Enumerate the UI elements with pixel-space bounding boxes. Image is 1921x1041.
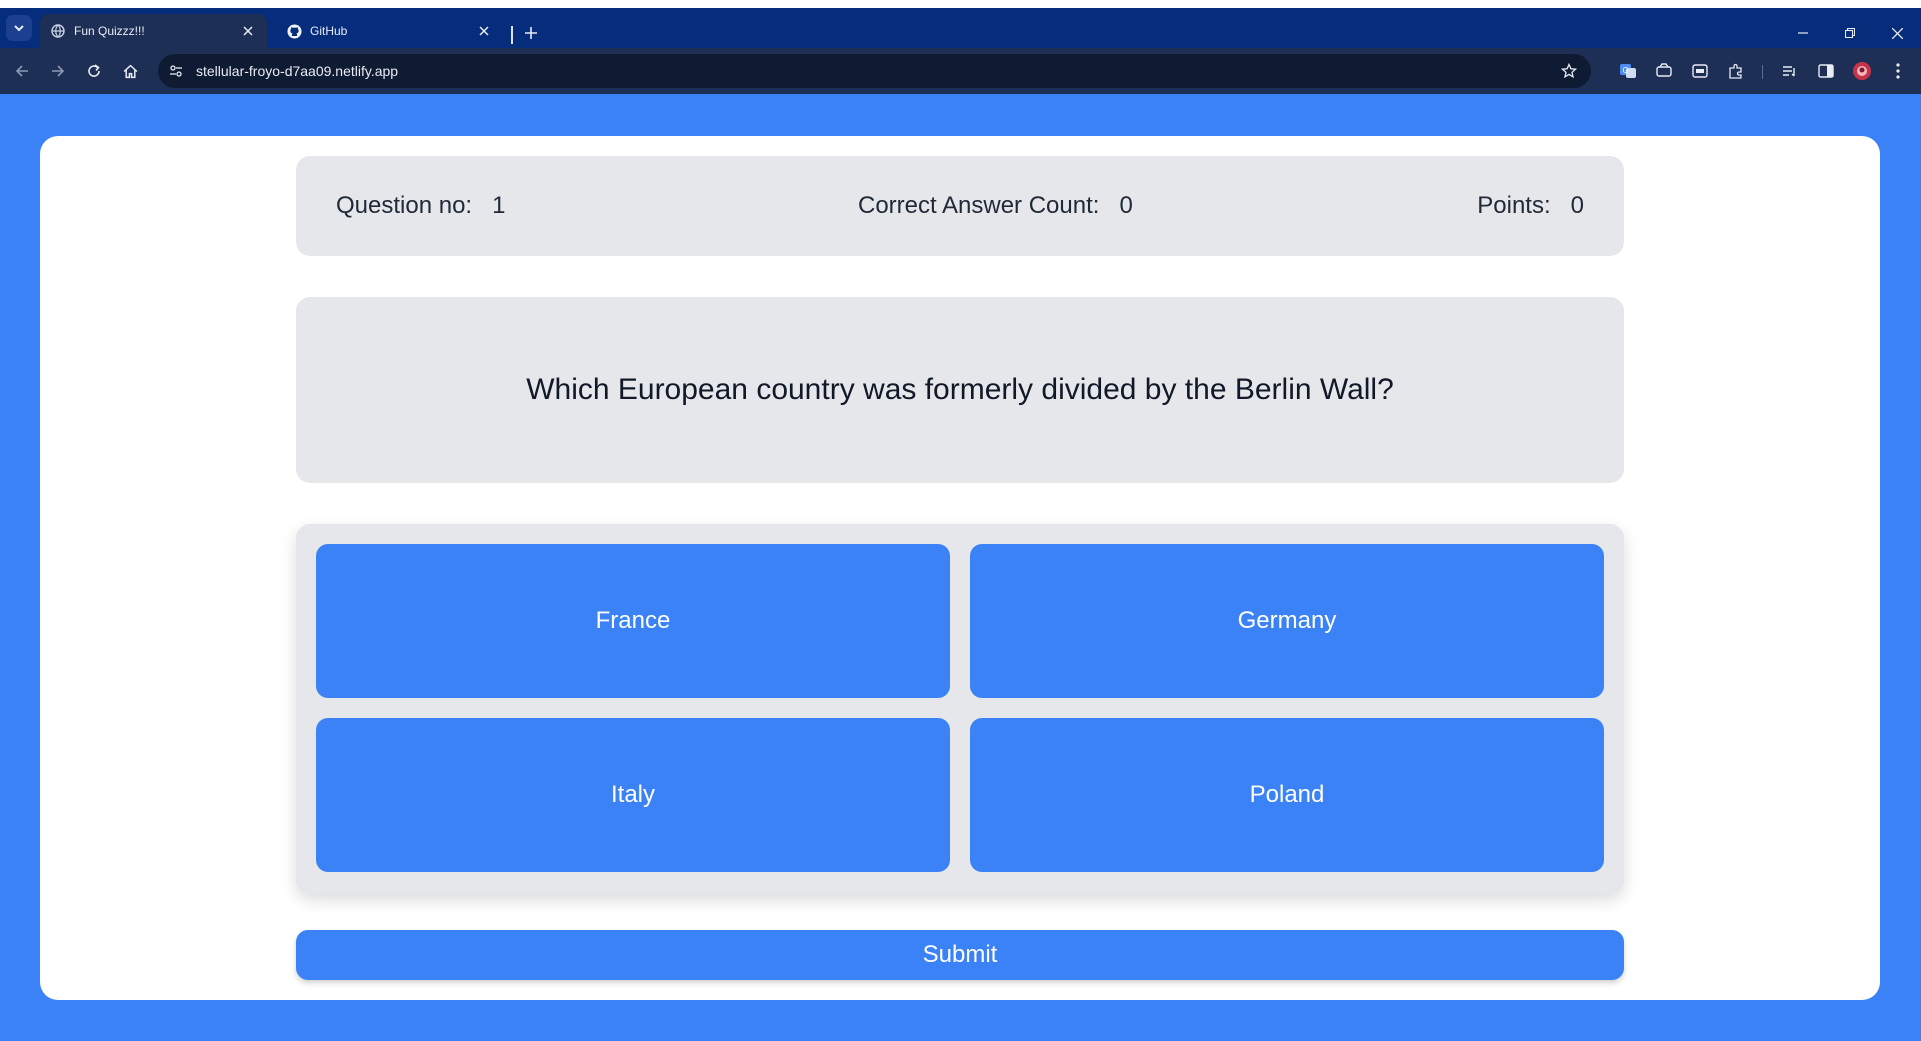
globe-icon — [50, 23, 66, 39]
minimize-icon — [1798, 32, 1808, 34]
question-text: Which European country was formerly divi… — [296, 297, 1624, 483]
correct-answer-count: Correct Answer Count: 0 — [858, 156, 1133, 256]
correct-answer-count-label: Correct Answer Count: — [858, 192, 1100, 219]
submit-button[interactable]: Submit — [296, 930, 1624, 980]
arrow-left-icon — [15, 65, 28, 77]
arrow-right-icon — [52, 65, 65, 77]
option-france-button[interactable]: France — [316, 544, 950, 698]
more-options-button[interactable] — [1886, 59, 1910, 83]
translate-extension-icon[interactable]: G — [1616, 59, 1640, 83]
puzzle-icon[interactable] — [1724, 59, 1748, 83]
option-germany-button[interactable]: Germany — [970, 544, 1604, 698]
tab-title: GitHub — [310, 24, 348, 38]
tab-bar: Fun Quizzz!!! GitHub — [0, 8, 1921, 48]
question-number-label: Question no: — [336, 192, 473, 219]
toolbar-separator — [1762, 65, 1763, 79]
github-icon — [286, 23, 302, 39]
tab-search-button[interactable] — [6, 15, 32, 41]
home-icon — [123, 64, 137, 78]
site-info-icon[interactable] — [162, 57, 190, 85]
points-label: Points: — [1477, 192, 1551, 219]
reload-icon — [88, 64, 100, 77]
back-button[interactable] — [10, 59, 34, 83]
points-value: 0 — [1570, 192, 1584, 219]
media-extension-icon[interactable] — [1688, 59, 1712, 83]
points: Points: 0 — [1477, 156, 1584, 256]
browser-toolbar: stellular-froyo-d7aa09.netlify.app G — [0, 48, 1921, 94]
address-bar[interactable]: stellular-froyo-d7aa09.netlify.app — [158, 54, 1591, 88]
home-button[interactable] — [118, 59, 142, 83]
close-window-button[interactable] — [1886, 22, 1908, 44]
profile-avatar[interactable] — [1850, 59, 1874, 83]
option-poland-button[interactable]: Poland — [970, 718, 1604, 872]
svg-text:G: G — [1623, 66, 1629, 75]
page-viewport: Question no: 1 Correct Answer Count: 0 P… — [0, 94, 1921, 1041]
question-number-value: 1 — [492, 192, 506, 219]
side-panel-icon[interactable] — [1814, 59, 1838, 83]
kebab-menu-icon — [1896, 63, 1900, 79]
forward-button[interactable] — [46, 59, 70, 83]
window-top-border — [0, 0, 1921, 8]
close-icon — [1891, 27, 1903, 39]
quiz-card: Question no: 1 Correct Answer Count: 0 P… — [40, 136, 1880, 1000]
question-number: Question no: 1 — [336, 156, 505, 256]
restore-button[interactable] — [1839, 22, 1861, 44]
option-italy-button[interactable]: Italy — [316, 718, 950, 872]
extension-icon[interactable] — [1652, 59, 1676, 83]
chevron-down-icon — [14, 25, 24, 32]
correct-answer-count-value: 0 — [1119, 192, 1133, 219]
new-tab-button[interactable] — [520, 22, 542, 44]
answer-options-panel: France Germany Italy Poland — [296, 524, 1624, 894]
tab-github[interactable]: GitHub — [276, 14, 503, 48]
restore-icon — [1845, 28, 1855, 38]
plus-icon — [525, 27, 537, 39]
reading-list-icon[interactable] — [1778, 59, 1802, 83]
minimize-button[interactable] — [1792, 22, 1814, 44]
url-text: stellular-froyo-d7aa09.netlify.app — [196, 63, 399, 79]
stats-bar: Question no: 1 Correct Answer Count: 0 P… — [296, 156, 1624, 256]
close-icon[interactable] — [475, 22, 493, 40]
tab-fun-quiz[interactable]: Fun Quizzz!!! — [40, 14, 267, 48]
bookmark-star-icon[interactable] — [1557, 59, 1581, 83]
close-icon[interactable] — [239, 22, 257, 40]
tab-title: Fun Quizzz!!! — [74, 24, 145, 38]
tab-separator — [511, 26, 513, 44]
reload-button[interactable] — [82, 59, 106, 83]
